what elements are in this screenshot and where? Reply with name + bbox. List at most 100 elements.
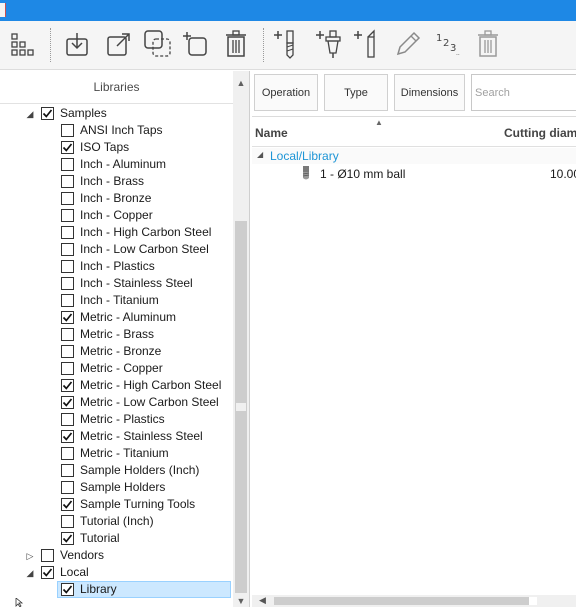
tree-item[interactable]: Tutorial (Inch) — [0, 513, 233, 530]
tree-item-label: Metric - Low Carbon Steel — [80, 395, 219, 409]
tree-item[interactable]: Metric - Aluminum — [0, 309, 233, 326]
vertical-scrollbar[interactable]: ▲ ▼ — [233, 71, 249, 607]
tree-checkbox[interactable] — [61, 464, 74, 477]
group-expand-icon[interactable]: ◢ — [257, 150, 263, 159]
tree-item[interactable]: Metric - Copper — [0, 360, 233, 377]
type-filter-button[interactable]: Type — [324, 74, 388, 111]
tree-item[interactable]: Inch - High Carbon Steel — [0, 224, 233, 241]
collapse-icon[interactable]: ◢ — [25, 568, 35, 578]
group-row[interactable]: ◢ Local/Library — [252, 148, 576, 164]
tree-checkbox[interactable] — [61, 226, 74, 239]
tree-checkbox[interactable] — [61, 396, 74, 409]
sort-caret-icon: ▲ — [375, 118, 383, 127]
tree-checkbox[interactable] — [61, 430, 74, 443]
tree-item-label: Local — [60, 565, 89, 579]
tree-item[interactable]: Sample Turning Tools — [0, 496, 233, 513]
column-name-header[interactable]: Name — [255, 126, 288, 140]
new-tool-icon[interactable] — [271, 27, 303, 61]
tree-checkbox[interactable] — [61, 532, 74, 545]
tree-checkbox[interactable] — [61, 124, 74, 137]
tree-checkbox[interactable] — [61, 583, 74, 596]
import-icon[interactable] — [61, 27, 93, 61]
edit-icon[interactable] — [392, 27, 424, 61]
tree-checkbox[interactable] — [61, 158, 74, 171]
tree-checkbox[interactable] — [61, 175, 74, 188]
tools-panel: Operation Type Dimensions ▲ Name Cutting… — [252, 71, 576, 607]
tree-item-label: Metric - Aluminum — [80, 310, 177, 324]
toolbar: 1 2 3 .. — [0, 21, 576, 70]
tree-item[interactable]: Metric - Brass — [0, 326, 233, 343]
tree-checkbox[interactable] — [61, 311, 74, 324]
tree-item-label: Inch - Titanium — [80, 293, 159, 307]
tree-checkbox[interactable] — [61, 379, 74, 392]
tree-item[interactable]: Inch - Titanium — [0, 292, 233, 309]
tree-item[interactable]: ▷ Vendors — [0, 547, 233, 564]
tree-checkbox[interactable] — [61, 515, 74, 528]
tree-item[interactable]: Inch - Stainless Steel — [0, 275, 233, 292]
tree-checkbox[interactable] — [61, 260, 74, 273]
tree-checkbox[interactable] — [61, 141, 74, 154]
dimensions-filter-button[interactable]: Dimensions — [394, 74, 465, 111]
new-library-icon[interactable] — [180, 27, 212, 61]
tree-item[interactable]: Inch - Copper — [0, 207, 233, 224]
collapse-icon[interactable]: ◢ — [25, 109, 35, 119]
new-turning-tool-icon[interactable] — [351, 27, 383, 61]
horizontal-scrollbar[interactable]: ◀ — [252, 595, 576, 607]
tree-checkbox[interactable] — [41, 549, 54, 562]
scroll-left-icon[interactable]: ◀ — [259, 595, 266, 606]
tree-checkbox[interactable] — [61, 345, 74, 358]
tree-item[interactable]: Inch - Low Carbon Steel — [0, 241, 233, 258]
tree-item[interactable]: Sample Holders — [0, 479, 233, 496]
search-input[interactable] — [471, 74, 576, 111]
tree-checkbox[interactable] — [61, 362, 74, 375]
tree-item-label: Sample Holders — [80, 480, 166, 494]
tree-checkbox[interactable] — [41, 566, 54, 579]
tree-checkbox[interactable] — [61, 243, 74, 256]
tree-item[interactable]: ANSI Inch Taps — [0, 122, 233, 139]
tree-item[interactable]: Metric - Plastics — [0, 411, 233, 428]
tool-cutting-diameter: 10.00 — [550, 167, 576, 181]
tree-checkbox[interactable] — [61, 447, 74, 460]
delete-library-icon[interactable] — [220, 27, 252, 61]
tree-checkbox[interactable] — [61, 498, 74, 511]
h-scroll-thumb[interactable] — [274, 597, 534, 605]
tree-item-label: Inch - High Carbon Steel — [80, 225, 212, 239]
tree-item[interactable]: Metric - Titanium — [0, 445, 233, 462]
column-cutting-diameter-header[interactable]: Cutting diam — [504, 126, 576, 140]
operation-filter-button[interactable]: Operation — [254, 74, 318, 111]
tree-checkbox[interactable] — [61, 209, 74, 222]
renumber-icon[interactable]: 1 2 3 .. — [432, 27, 464, 61]
tree-item[interactable]: Inch - Brass — [0, 173, 233, 190]
tree-item[interactable]: Inch - Bronze — [0, 190, 233, 207]
tree-checkbox[interactable] — [61, 277, 74, 290]
tree-item[interactable]: Tutorial — [0, 530, 233, 547]
expand-icon[interactable]: ▷ — [25, 551, 35, 561]
tree-item[interactable]: Library — [0, 581, 233, 598]
tree-item-label: Samples — [60, 106, 107, 120]
tree-checkbox[interactable] — [61, 413, 74, 426]
tree-item[interactable]: Metric - Bronze — [0, 343, 233, 360]
grid-layout-icon[interactable] — [6, 27, 38, 61]
tree-item[interactable]: ◢ Local — [0, 564, 233, 581]
tree-item-label: Inch - Plastics — [80, 259, 155, 273]
tree-checkbox[interactable] — [61, 481, 74, 494]
tree-item[interactable]: Metric - Low Carbon Steel — [0, 394, 233, 411]
new-holder-icon[interactable] — [313, 27, 345, 61]
export-icon[interactable] — [102, 27, 134, 61]
tree-item[interactable]: Inch - Aluminum — [0, 156, 233, 173]
tree-item[interactable]: Metric - Stainless Steel — [0, 428, 233, 445]
tree-checkbox[interactable] — [41, 107, 54, 120]
duplicate-icon[interactable] — [142, 27, 174, 61]
tree-item[interactable]: Inch - Plastics — [0, 258, 233, 275]
tree-checkbox[interactable] — [61, 294, 74, 307]
tree-item-label: Metric - Copper — [80, 361, 163, 375]
tree-checkbox[interactable] — [61, 328, 74, 341]
tree-item[interactable]: ◢ Samples — [0, 105, 233, 122]
scroll-up-icon[interactable]: ▲ — [233, 75, 249, 91]
tree-item[interactable]: Sample Holders (Inch) — [0, 462, 233, 479]
tree-item[interactable]: ISO Taps — [0, 139, 233, 156]
table-row[interactable]: 1 - Ø10 mm ball 10.00 — [252, 165, 576, 183]
tree-item[interactable]: Metric - High Carbon Steel — [0, 377, 233, 394]
tree-checkbox[interactable] — [61, 192, 74, 205]
delete-tool-icon[interactable] — [472, 27, 504, 61]
